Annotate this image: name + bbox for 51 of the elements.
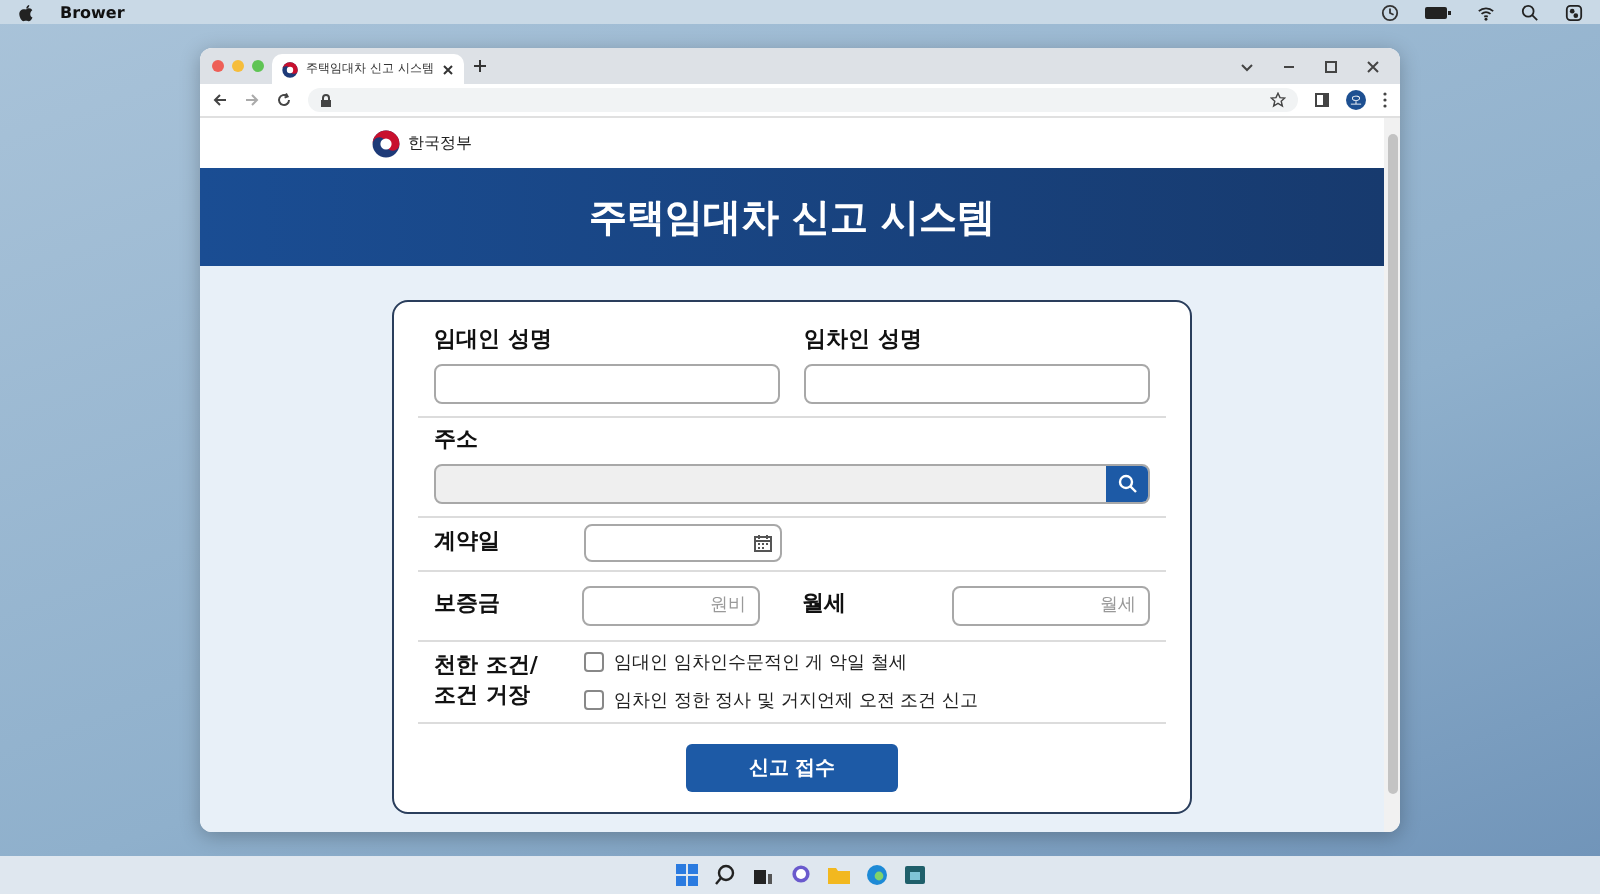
calendar-icon[interactable] bbox=[754, 534, 772, 553]
browser-icon[interactable] bbox=[865, 864, 887, 886]
apple-logo-icon[interactable] bbox=[16, 3, 36, 21]
field-label: 계약일 bbox=[434, 528, 502, 559]
store-icon[interactable] bbox=[903, 864, 925, 886]
close-icon[interactable] bbox=[1366, 59, 1380, 73]
app-name[interactable]: Brower bbox=[60, 3, 125, 21]
reload-icon[interactable] bbox=[276, 92, 292, 108]
submit-button[interactable]: 신고 접수 bbox=[686, 743, 898, 792]
field-label: 임대인 성명 bbox=[434, 326, 554, 356]
checkbox-label[interactable]: 임대인 임차인수문적인 게 악일 철세 bbox=[614, 649, 907, 676]
field-label: 월세 bbox=[802, 590, 848, 621]
search-icon[interactable] bbox=[713, 864, 735, 886]
clock-icon[interactable] bbox=[1380, 3, 1400, 21]
task-view-icon[interactable] bbox=[751, 864, 773, 886]
checkbox-label[interactable]: 임차인 정한 정사 및 거지언제 오전 조건 신고 bbox=[614, 687, 979, 714]
address-field[interactable] bbox=[434, 463, 1150, 504]
search-icon bbox=[1117, 473, 1137, 494]
taegeuk-emblem-icon bbox=[372, 129, 400, 157]
brand-name: 한국정부 bbox=[408, 132, 472, 154]
back-arrow-icon[interactable] bbox=[212, 92, 228, 108]
chat-icon[interactable] bbox=[789, 864, 811, 886]
side-panel-icon[interactable] bbox=[1314, 92, 1330, 108]
input-field[interactable] bbox=[804, 363, 1150, 404]
field-label: 임차인 성명 bbox=[804, 326, 924, 356]
date-field[interactable] bbox=[584, 524, 782, 563]
page-title: 주택임대차 신고 시스템 bbox=[588, 193, 996, 243]
field-label: 보증금 bbox=[434, 590, 502, 621]
taegeuk-emblem-icon bbox=[282, 61, 298, 77]
close-icon[interactable] bbox=[442, 63, 454, 75]
search-button[interactable] bbox=[1106, 465, 1148, 502]
input-field[interactable]: 원비 bbox=[582, 585, 760, 626]
search-icon[interactable] bbox=[1520, 3, 1540, 21]
wifi-icon[interactable] bbox=[1476, 3, 1496, 21]
close-light[interactable] bbox=[212, 60, 224, 72]
battery-icon[interactable] bbox=[1424, 3, 1452, 21]
scrollbar[interactable] bbox=[1384, 118, 1400, 832]
input-field[interactable]: 월세 bbox=[952, 585, 1150, 626]
maximize-icon[interactable] bbox=[1324, 59, 1338, 73]
checkbox[interactable] bbox=[584, 690, 604, 711]
input-field[interactable] bbox=[434, 363, 780, 404]
menu-icon[interactable] bbox=[1382, 92, 1388, 108]
control-center-icon[interactable] bbox=[1564, 3, 1584, 21]
lock-icon bbox=[320, 93, 332, 107]
star-icon[interactable] bbox=[1270, 92, 1286, 108]
chevron-down-icon[interactable] bbox=[1240, 59, 1254, 73]
field-label: 천한 조건/ 조건 거장 bbox=[434, 651, 540, 712]
field-label: 주소 bbox=[434, 425, 480, 456]
start-icon[interactable] bbox=[675, 864, 697, 886]
new-tab-icon[interactable] bbox=[472, 58, 488, 74]
checkbox[interactable] bbox=[584, 652, 604, 673]
